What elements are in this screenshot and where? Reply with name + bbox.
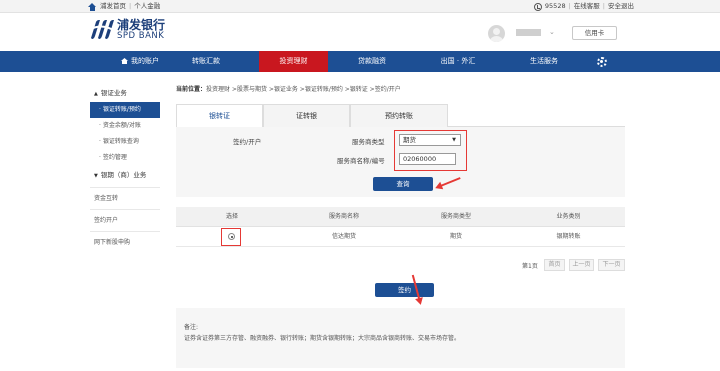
tab-securities-to-bank[interactable]: 证转银 bbox=[263, 104, 350, 127]
table-row[interactable]: 信达期货 期货 银期转账 bbox=[176, 227, 625, 247]
column-header: 服务商名称 bbox=[328, 213, 359, 220]
sidebar-section-securities[interactable]: ▲ 银证业务 bbox=[90, 84, 160, 102]
sidebar-item-balance[interactable]: · 资金余额/对账 bbox=[90, 118, 160, 134]
caret-down-icon: ▼ bbox=[94, 173, 98, 179]
username-masked bbox=[516, 29, 541, 36]
sidebar-section-label: 银期（商）业务 bbox=[100, 171, 147, 179]
form-section-label: 签约/开户 bbox=[233, 138, 262, 146]
query-button[interactable]: 查询 bbox=[373, 177, 433, 191]
tab-bar: 银转证 证转银 预约转账 bbox=[176, 104, 625, 128]
sign-button[interactable]: 签约 bbox=[375, 283, 434, 297]
logout-link[interactable]: 安全退出 bbox=[608, 2, 634, 11]
sidebar-item-signing-mgmt[interactable]: · 签约管理 bbox=[90, 150, 160, 166]
sidebar-link-sign-open[interactable]: 签约开户 bbox=[90, 209, 160, 231]
chevron-down-icon[interactable]: ⌄ bbox=[549, 28, 555, 36]
nav-forex[interactable]: 出国 · 外汇 bbox=[424, 51, 492, 72]
column-header: 业务类别 bbox=[556, 213, 581, 220]
online-service-link[interactable]: 在线客服 bbox=[574, 2, 600, 11]
top-utility-bar: 浦发首页 | 个人金融 95528 | 在线客服 | 安全退出 bbox=[0, 0, 720, 13]
phone-icon bbox=[533, 2, 542, 11]
column-header: 服务商类型 bbox=[440, 213, 471, 220]
sidebar-link-fund-transfer[interactable]: 资金互转 bbox=[90, 187, 160, 209]
sidebar-section-label: 银证业务 bbox=[100, 89, 127, 97]
tab-scheduled-transfer[interactable]: 预约转账 bbox=[350, 104, 448, 127]
results-table: 选择 服务商名称 服务商类型 业务类别 信达期货 期货 银期转账 bbox=[176, 207, 625, 247]
sidebar-item-transfer-booking[interactable]: · 银证转账/预约 bbox=[90, 102, 160, 118]
page-info: 第1页 bbox=[522, 263, 538, 270]
home-icon bbox=[88, 2, 97, 11]
notes-text: 证券含证券第三方存管、融资融券、银行转账；期货含银期转账；大宗商品含银商转账、交… bbox=[184, 335, 461, 342]
separator: | bbox=[129, 2, 132, 10]
spdb-logo[interactable]: 浦发银行 SPD BANK bbox=[88, 19, 165, 41]
separator: | bbox=[568, 2, 571, 10]
provider-type-cell: 期货 bbox=[449, 233, 462, 240]
header: 浦发银行 SPD BANK ⌄ 信用卡 bbox=[0, 14, 720, 51]
tab-bank-to-securities[interactable]: 银转证 bbox=[176, 104, 263, 128]
prev-page-button[interactable]: 上一页 bbox=[569, 259, 594, 271]
provider-name-cell: 信达期货 bbox=[331, 233, 356, 240]
separator: | bbox=[602, 2, 605, 10]
nav-transfer[interactable]: 转账汇款 bbox=[172, 51, 240, 72]
home-icon bbox=[121, 52, 128, 64]
notes-panel: 备注: 证券含证券第三方存管、融资融券、银行转账；期货含银期转账；大宗商品含银商… bbox=[176, 308, 625, 368]
nav-investment[interactable]: 投资理财 bbox=[259, 51, 328, 72]
next-page-button[interactable]: 下一页 bbox=[598, 259, 625, 271]
hotline-number: 95528 bbox=[544, 2, 566, 10]
gear-icon[interactable] bbox=[597, 57, 607, 67]
spdb-home-link[interactable]: 浦发首页 bbox=[100, 2, 126, 11]
highlight-box bbox=[394, 130, 467, 171]
breadcrumb-current: 签约/开户 bbox=[374, 86, 401, 93]
sidebar-link-ipo[interactable]: 网下新股申购 bbox=[90, 231, 160, 253]
personal-finance-link[interactable]: 个人金融 bbox=[134, 2, 160, 11]
notes-title: 备注: bbox=[184, 324, 199, 331]
column-header: 选择 bbox=[225, 213, 238, 220]
business-category-cell: 银期转账 bbox=[556, 233, 581, 240]
sidebar-item-transfer-query[interactable]: · 银证转账查询 bbox=[90, 134, 160, 150]
table-header: 选择 服务商名称 服务商类型 业务类别 bbox=[176, 207, 625, 227]
credit-card-button[interactable]: 信用卡 bbox=[572, 26, 617, 40]
logo-text-en: SPD BANK bbox=[117, 31, 165, 41]
caret-up-icon: ▲ bbox=[94, 91, 98, 97]
main-nav: 我的账户 转账汇款 投资理财 贷款融资 出国 · 外汇 生活服务 bbox=[0, 51, 720, 72]
breadcrumb: 当前位置：投资理财 >股票与期货 >银证业务 >银证转账/预约 >银转证 >签约… bbox=[176, 84, 401, 93]
highlight-box bbox=[221, 228, 241, 246]
search-form: 签约/开户 服务商类型 期货 ▼ 服务商名称/编号 02060000 查询 bbox=[176, 127, 625, 197]
provider-type-label: 服务商类型 bbox=[352, 138, 385, 146]
nav-life-services[interactable]: 生活服务 bbox=[509, 51, 579, 72]
spdb-logo-icon bbox=[88, 20, 114, 39]
nav-label: 我的账户 bbox=[131, 57, 159, 65]
avatar[interactable] bbox=[488, 25, 505, 42]
breadcrumb-path[interactable]: 投资理财 >股票与期货 >银证业务 >银证转账/预约 >银转证 > bbox=[206, 86, 375, 93]
sidebar-section-futures[interactable]: ▼ 银期（商）业务 bbox=[90, 166, 160, 184]
nav-loans[interactable]: 贷款融资 bbox=[338, 51, 406, 72]
sidebar: ▲ 银证业务 · 银证转账/预约 · 资金余额/对账 · 银证转账查询 · 签约管… bbox=[90, 84, 160, 253]
breadcrumb-prefix: 当前位置： bbox=[176, 86, 207, 93]
first-page-button[interactable]: 首页 bbox=[544, 259, 565, 271]
nav-my-account[interactable]: 我的账户 bbox=[108, 51, 172, 72]
provider-code-label: 服务商名称/编号 bbox=[337, 157, 385, 165]
